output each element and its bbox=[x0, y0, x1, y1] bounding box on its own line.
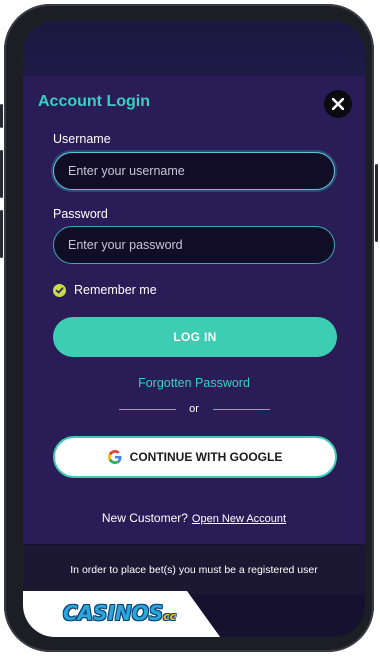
password-input[interactable]: Enter your password bbox=[53, 226, 335, 264]
username-placeholder: Enter your username bbox=[68, 164, 185, 178]
password-placeholder: Enter your password bbox=[68, 238, 183, 252]
phone-side-button-left-2 bbox=[0, 150, 3, 198]
forgotten-password-link[interactable]: Forgotten Password bbox=[23, 376, 365, 390]
remember-me-checkbox[interactable]: Remember me bbox=[53, 283, 157, 297]
registration-notice-text: In order to place bet(s) you must be a r… bbox=[70, 564, 318, 576]
password-label: Password bbox=[53, 207, 108, 221]
page-background bbox=[23, 21, 365, 81]
logo-suffix: cc bbox=[163, 610, 177, 623]
continue-with-google-button[interactable]: CONTINUE WITH GOOGLE bbox=[53, 436, 337, 478]
username-label: Username bbox=[53, 132, 111, 146]
phone-side-button-left-3 bbox=[0, 210, 3, 258]
login-modal: Account Login Username Enter your userna… bbox=[23, 76, 365, 544]
username-input[interactable]: Enter your username bbox=[53, 152, 335, 190]
registration-notice: In order to place bet(s) you must be a r… bbox=[23, 545, 365, 595]
login-button[interactable]: LOG IN bbox=[53, 317, 337, 357]
casinos-logo: CASINOScc bbox=[63, 601, 176, 625]
open-new-account-link[interactable]: Open New Account bbox=[192, 513, 286, 525]
new-customer-text: New Customer? bbox=[101, 511, 188, 525]
google-icon bbox=[107, 450, 122, 464]
new-customer-line: New Customer? Open New Account bbox=[23, 511, 365, 525]
close-button[interactable] bbox=[324, 90, 352, 118]
phone-side-button-left-1 bbox=[0, 104, 3, 128]
check-icon bbox=[53, 283, 66, 297]
google-button-label: CONTINUE WITH GOOGLE bbox=[129, 450, 283, 464]
close-icon bbox=[332, 98, 344, 110]
logo-text: CASINOS bbox=[63, 601, 164, 625]
remember-me-label: Remember me bbox=[74, 283, 157, 297]
phone-screen: Account Login Username Enter your userna… bbox=[23, 21, 365, 637]
or-separator: or bbox=[189, 403, 199, 415]
modal-title: Account Login bbox=[38, 93, 150, 110]
divider-right bbox=[213, 409, 270, 410]
phone-side-button-right bbox=[375, 164, 378, 242]
phone-frame: Account Login Username Enter your userna… bbox=[0, 4, 378, 652]
